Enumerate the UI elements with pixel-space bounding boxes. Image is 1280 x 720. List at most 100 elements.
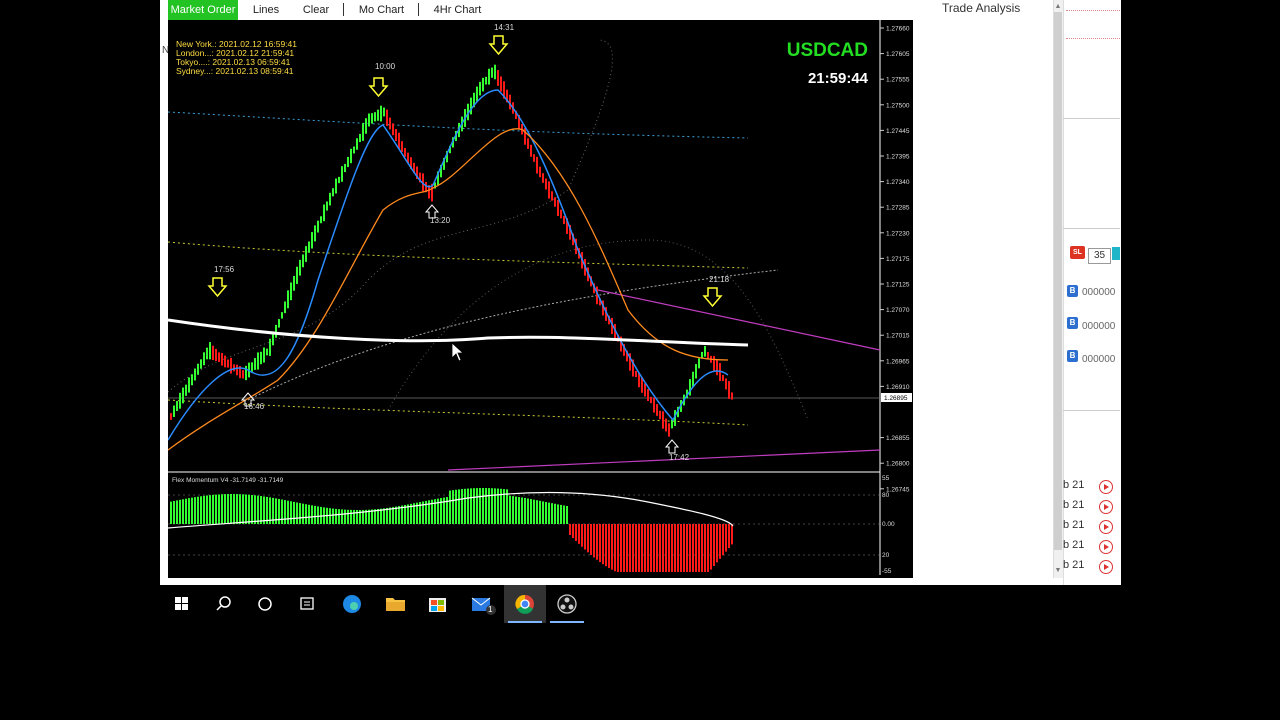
bull-candle: [341, 166, 343, 182]
bull-candle: [296, 266, 298, 284]
file-explorer-icon[interactable]: [374, 585, 416, 623]
momentum-bar-up: [389, 507, 391, 524]
momentum-bar-up: [509, 495, 511, 524]
bear-candle: [647, 389, 649, 401]
toolbar-separator: [343, 3, 344, 16]
bull-candle: [320, 216, 322, 224]
bull-candle: [374, 112, 376, 122]
indicator-title: Flex Momentum V4 -31.7149 -31.7149: [172, 477, 284, 484]
momentum-bar-up: [491, 488, 493, 524]
bear-candle: [401, 141, 403, 152]
momentum-bar-down: [674, 524, 676, 572]
up-arrow-icon: [664, 439, 680, 454]
buy-badge[interactable]: B: [1067, 350, 1078, 362]
momentum-bar-up: [305, 504, 307, 524]
momentum-bar-up: [302, 503, 304, 524]
down-arrow-icon: [368, 77, 389, 98]
momentum-bar-up: [485, 488, 487, 524]
play-icon[interactable]: [1099, 480, 1113, 494]
momentum-bar-up: [551, 503, 553, 524]
bull-candle: [176, 401, 178, 411]
trade-analysis-title: Trade Analysis: [942, 1, 1021, 15]
momentum-bar-up: [527, 498, 529, 524]
task-view-icon[interactable]: [286, 585, 328, 623]
momentum-bar-down: [632, 524, 634, 572]
momentum-bar-up: [212, 494, 214, 524]
momentum-bar-up: [200, 496, 202, 524]
momentum-bar-up: [299, 503, 301, 524]
price-tick-label: 1.27500: [886, 102, 910, 109]
momentum-bar-down: [647, 524, 649, 572]
bear-candle: [560, 209, 562, 219]
bull-candle: [281, 312, 283, 319]
bear-candle: [497, 70, 499, 86]
momentum-bar-down: [620, 524, 622, 572]
momentum-bar-up: [185, 498, 187, 524]
momentum-bar-up: [194, 497, 196, 524]
scroll-down-icon[interactable]: ▼: [1054, 566, 1062, 576]
momentum-bar-up: [470, 488, 472, 524]
mo-chart-button[interactable]: Mo Chart: [354, 0, 409, 20]
bear-candle: [707, 352, 709, 359]
bear-candle: [542, 173, 544, 183]
momentum-bar-down: [590, 524, 592, 555]
tp-badge: [1112, 247, 1120, 260]
market-order-button[interactable]: Market Order: [168, 0, 238, 20]
bull-candle: [494, 64, 496, 80]
edge-icon[interactable]: [330, 585, 372, 623]
bull-candle: [302, 254, 304, 268]
windows-start-icon[interactable]: [160, 585, 202, 623]
bear-candle: [500, 76, 502, 92]
mail-icon[interactable]: 1: [460, 585, 502, 623]
play-icon[interactable]: [1099, 520, 1113, 534]
momentum-bar-up: [215, 494, 217, 524]
annotation-label: 16:46: [244, 402, 265, 411]
momentum-bar-up: [452, 490, 454, 524]
buy-badge[interactable]: B: [1067, 285, 1078, 297]
store-icon[interactable]: [416, 585, 458, 623]
search-icon[interactable]: [202, 585, 244, 623]
bollinger-line: [387, 239, 809, 421]
lines-button[interactable]: Lines: [248, 0, 284, 20]
date-row: b 21: [1063, 559, 1085, 571]
momentum-bar-up: [521, 497, 523, 524]
cortana-icon[interactable]: [244, 585, 286, 623]
momentum-bar-up: [176, 500, 178, 524]
play-icon[interactable]: [1099, 540, 1113, 554]
clear-button[interactable]: Clear: [296, 0, 336, 20]
bear-candle: [221, 352, 223, 366]
bull-candle: [287, 290, 289, 309]
bear-candle: [230, 357, 232, 374]
buy-badge[interactable]: B: [1067, 317, 1078, 329]
price-tick-label: 1.27285: [886, 205, 910, 212]
bull-candle: [704, 346, 706, 357]
price-tick-label: 1.26910: [886, 384, 910, 391]
play-icon[interactable]: [1099, 560, 1113, 574]
momentum-bar-down: [677, 524, 679, 572]
momentum-bar-up: [347, 509, 349, 524]
sl-input[interactable]: 35: [1088, 248, 1111, 264]
4hr-chart-button[interactable]: 4Hr Chart: [430, 0, 485, 20]
momentum-bar-down: [596, 524, 598, 560]
price-chart[interactable]: 17:56 10:00 14:31 21:18 16:46 13:20 17:4…: [168, 20, 913, 578]
price-tick-label: 1.27395: [886, 154, 910, 161]
scrollbar-thumb[interactable]: [1054, 12, 1062, 550]
obs-icon[interactable]: [546, 585, 588, 623]
panel-divider: [1063, 410, 1120, 411]
momentum-bar-up: [542, 501, 544, 524]
momentum-bar-up: [395, 506, 397, 524]
chrome-icon[interactable]: [504, 585, 546, 623]
bull-candle: [365, 118, 367, 134]
bull-candle: [173, 405, 175, 417]
play-icon[interactable]: [1099, 500, 1113, 514]
momentum-bar-up: [461, 489, 463, 524]
bull-candle: [254, 358, 256, 370]
bull-candle: [377, 109, 379, 121]
momentum-bar-down: [638, 524, 640, 572]
bull-candle: [362, 123, 364, 141]
momentum-bar-up: [524, 497, 526, 524]
price-tick-label: 1.26800: [886, 461, 910, 468]
scroll-up-icon[interactable]: ▲: [1054, 2, 1062, 12]
bear-candle: [548, 181, 550, 199]
bull-candle: [260, 351, 262, 365]
